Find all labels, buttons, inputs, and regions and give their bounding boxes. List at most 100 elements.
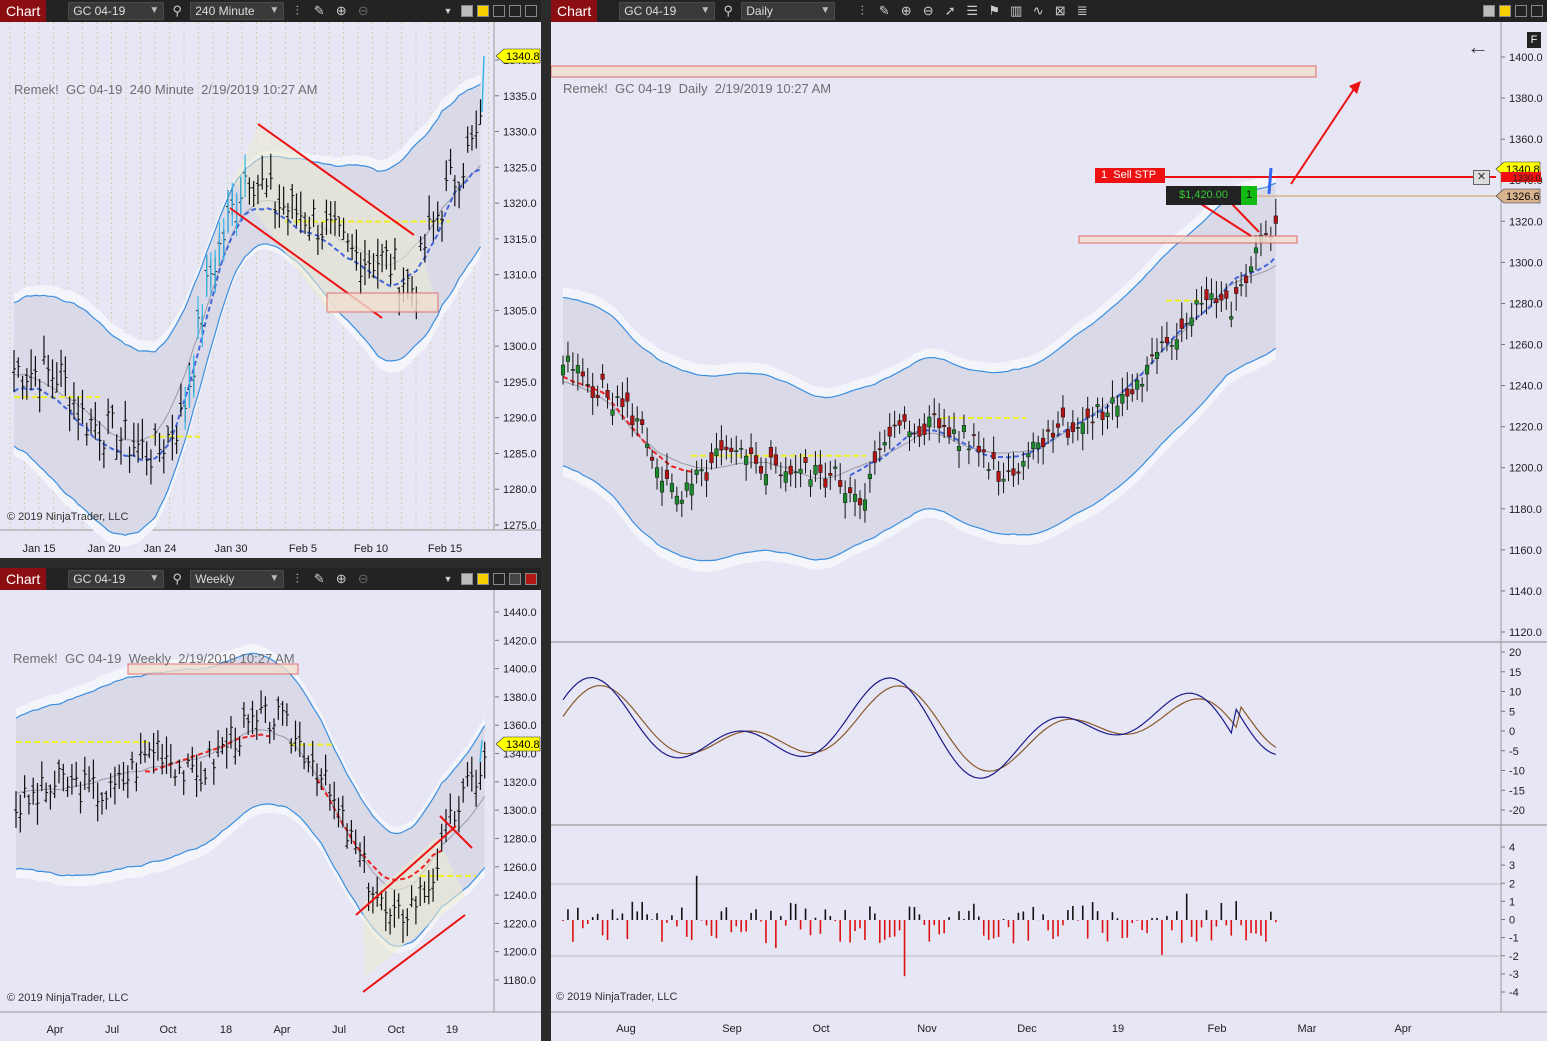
candle-body <box>833 466 838 469</box>
candle-body <box>1150 354 1155 357</box>
chart-daily[interactable]: 1400.01380.01360.01340.01320.01300.01280… <box>551 22 1547 1041</box>
price-axis-label: 1290.0 <box>503 413 537 425</box>
chevron-down-icon[interactable]: ▼ <box>439 570 457 588</box>
bar-type-icon[interactable]: ⫶ <box>288 2 306 20</box>
chevron-down-icon: ▼ <box>269 573 280 584</box>
projection-arrow-line <box>1290 85 1357 185</box>
zoom-in-icon[interactable]: ⊕ <box>332 2 350 20</box>
candle-body <box>1065 429 1070 438</box>
candle-body <box>655 467 660 478</box>
indicators-icon[interactable]: ∿ <box>1029 2 1047 20</box>
tile-window-icon[interactable] <box>1515 5 1527 17</box>
chart-overlay-label: Remek! GC 04-19 240 Minute 2/19/2019 10:… <box>14 82 318 97</box>
candle-body <box>709 452 714 464</box>
color-swatch-icon[interactable] <box>477 5 489 17</box>
search-icon[interactable]: ⚲ <box>719 2 737 20</box>
tile-window-icon[interactable] <box>493 5 505 17</box>
period-selector[interactable]: Daily ▼ <box>741 2 836 20</box>
tile-window-icon[interactable] <box>509 573 521 585</box>
candle-body <box>1095 404 1100 408</box>
candle-body <box>1199 302 1204 305</box>
draw-pencil-icon[interactable]: ✎ <box>310 2 328 20</box>
tile-window-icon[interactable] <box>525 5 537 17</box>
candle-body <box>1085 408 1090 418</box>
color-swatch-icon[interactable] <box>1499 5 1511 17</box>
chart-pane-weekly[interactable]: 1440.0 1420.0 1400.0 1380.0 1360.0 1340.0 1320… <box>0 590 541 1041</box>
pointer-icon[interactable]: ➚ <box>941 2 959 20</box>
price-axis-label: -4 <box>1509 987 1519 999</box>
instrument-selector[interactable]: GC 04-19 ▼ <box>619 2 716 20</box>
price-axis-label: 1180.0 <box>1509 504 1542 516</box>
color-swatch-icon[interactable] <box>461 5 473 17</box>
chart-menu-button[interactable]: Chart <box>551 0 598 22</box>
search-icon[interactable]: ⚲ <box>168 570 186 588</box>
price-axis-label: 1400.0 <box>1509 52 1543 64</box>
close-icon[interactable] <box>525 573 537 585</box>
candle-body <box>1174 339 1179 350</box>
back-arrow-icon[interactable]: ← <box>1467 36 1489 58</box>
instrument-selector[interactable]: GC 04-19 ▼ <box>68 2 165 20</box>
close-order-icon[interactable]: ✕ <box>1473 170 1490 185</box>
draw-pencil-icon[interactable]: ✎ <box>310 570 328 588</box>
candle-body <box>659 480 665 493</box>
candle-body <box>689 483 694 496</box>
candle-body <box>853 493 858 502</box>
properties-icon[interactable]: ≣ <box>1073 2 1091 20</box>
period-selector[interactable]: Weekly ▼ <box>190 570 285 588</box>
time-axis-label: Feb 5 <box>289 543 317 555</box>
zoom-in-icon[interactable]: ⊕ <box>332 570 350 588</box>
period-selector[interactable]: 240 Minute ▼ <box>190 2 285 20</box>
price-axis-label: -20 <box>1509 805 1525 817</box>
price-axis-label: 1380.0 <box>503 692 537 704</box>
draw-pencil-icon[interactable]: ✎ <box>875 2 893 20</box>
price-axis-label: 1295.0 <box>503 377 537 389</box>
candle-body <box>1120 393 1125 404</box>
candle-body <box>1001 478 1006 482</box>
chevron-down-icon[interactable]: ▼ <box>439 2 457 20</box>
candle-body <box>981 449 986 453</box>
candle-body <box>887 426 892 437</box>
time-axis-label: Apr <box>273 1024 290 1036</box>
candle-body <box>679 499 684 504</box>
tile-window-icon[interactable] <box>1531 5 1543 17</box>
bar-type-icon[interactable]: ⫶ <box>853 2 871 20</box>
strategies-icon[interactable]: ▥ <box>1007 2 1025 20</box>
chart-overlay-label: Remek! GC 04-19 Weekly 2/19/2019 10:27 A… <box>13 651 295 666</box>
color-swatch-icon[interactable] <box>461 573 473 585</box>
price-axis-label: 1300.0 <box>1509 257 1543 269</box>
tile-window-icon[interactable] <box>493 573 505 585</box>
toolbar-weekly: Chart GC 04-19 ▼ ⚲ Weekly ▼ ⫶ ✎ ⊕ ⊖ ▼ <box>0 568 541 590</box>
sell-stop-order-label[interactable]: 1 Sell STP <box>1095 168 1165 183</box>
position-quantity-box[interactable]: 1 <box>1241 186 1257 205</box>
time-axis-label: Jan 30 <box>214 543 247 555</box>
template-icon[interactable]: ⚑ <box>985 2 1003 20</box>
color-swatch-icon[interactable] <box>477 573 489 585</box>
zoom-out-icon[interactable]: ⊖ <box>354 570 372 588</box>
zoom-out-icon[interactable]: ⊖ <box>919 2 937 20</box>
candle-body <box>1194 300 1199 305</box>
chart-pane-daily[interactable]: 1400.01380.01360.01340.01320.01300.01280… <box>551 22 1547 1041</box>
bar-type-icon[interactable]: ⫶ <box>288 570 306 588</box>
stochastic-d-line <box>562 685 1277 772</box>
price-axis-label: 1200.0 <box>1509 463 1543 475</box>
chart-240-minute[interactable]: 1340.01335.01330.01325.01320.01315.01310… <box>0 22 541 558</box>
properties-icon[interactable]: ☰ <box>963 2 981 20</box>
candle-body <box>1219 294 1224 301</box>
position-pnl-box[interactable]: $1,420.00 <box>1166 186 1241 205</box>
data-box-icon[interactable]: ⊠ <box>1051 2 1069 20</box>
candle-body <box>1105 412 1110 417</box>
search-icon[interactable]: ⚲ <box>168 2 186 20</box>
color-swatch-icon[interactable] <box>1483 5 1495 17</box>
candle-body <box>1125 388 1130 397</box>
time-axis-label: Jul <box>332 1024 346 1036</box>
chart-properties-button[interactable]: F <box>1527 32 1541 48</box>
chart-pane-240-minute[interactable]: 1340.01335.01330.01325.01320.01315.01310… <box>0 22 541 558</box>
chart-menu-button[interactable]: Chart <box>0 568 47 590</box>
candle-body <box>694 469 699 475</box>
zoom-out-icon[interactable]: ⊖ <box>354 2 372 20</box>
zoom-in-icon[interactable]: ⊕ <box>897 2 915 20</box>
candle-body <box>1154 351 1160 359</box>
chart-menu-button[interactable]: Chart <box>0 0 47 22</box>
instrument-selector[interactable]: GC 04-19 ▼ <box>68 570 165 588</box>
tile-window-icon[interactable] <box>509 5 521 17</box>
